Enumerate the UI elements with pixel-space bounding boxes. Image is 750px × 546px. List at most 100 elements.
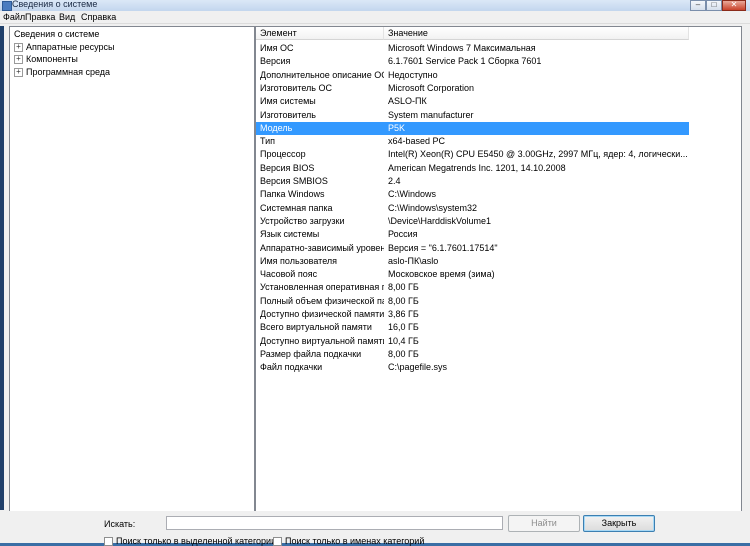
row-item-value: 8,00 ГБ	[388, 295, 419, 306]
close-window-button[interactable]: ✕	[722, 0, 746, 11]
row-item-value: Россия	[388, 229, 418, 240]
row-item-value: C:\Windows\system32	[388, 202, 478, 213]
table-row[interactable]: Файл подкачки C:\pagefile.sys	[256, 361, 689, 374]
table-row[interactable]: Имя ОС Microsoft Windows 7 Максимальная	[256, 42, 689, 55]
row-item-name: Модель	[260, 122, 293, 133]
system-info-window: Сведения о системе – □ ✕ Файл Правка Вид…	[0, 0, 750, 546]
menu-help[interactable]: Справка	[81, 11, 116, 23]
tree-item-label: Компоненты	[26, 54, 78, 64]
table-row[interactable]: Доступно виртуальной памяти 10,4 ГБ	[256, 335, 689, 348]
search-bar: Искать: Найти Закрыть Поиск только в выд…	[0, 511, 750, 546]
search-category-names-checkbox[interactable]: Поиск только в именах категорий	[273, 536, 424, 546]
window-title: Сведения о системе	[12, 0, 98, 9]
expand-plus-icon[interactable]: +	[14, 68, 23, 77]
row-item-name: Имя системы	[260, 96, 316, 107]
table-row[interactable]: Часовой пояс Московское время (зима)	[256, 268, 689, 281]
background-edge	[0, 26, 4, 510]
table-row[interactable]: Версия SMBIOS 2.4	[256, 175, 689, 188]
close-button[interactable]: Закрыть	[583, 515, 655, 532]
row-item-value: 2.4	[388, 176, 401, 186]
table-row[interactable]: Язык системы Россия	[256, 228, 689, 241]
expand-plus-icon[interactable]: +	[14, 43, 23, 52]
checkbox-label: Поиск только в выделенной категории	[116, 536, 277, 546]
table-row[interactable]: Изготовитель System manufacturer	[256, 109, 689, 122]
category-tree[interactable]: Сведения о системе + Аппаратные ресурсы …	[9, 26, 255, 512]
column-header-value[interactable]: Значение	[384, 27, 689, 40]
menu-view[interactable]: Вид	[59, 11, 75, 23]
maximize-button[interactable]: □	[706, 0, 722, 11]
table-row[interactable]: Модель P5K	[256, 121, 689, 135]
row-item-value: ASLO-ПК	[388, 96, 427, 107]
checkbox-label: Поиск только в именах категорий	[285, 536, 425, 546]
expand-plus-icon[interactable]: +	[14, 55, 23, 64]
row-item-value: aslo-ПК\aslo	[388, 255, 439, 266]
row-item-value: C:\pagefile.sys	[388, 362, 448, 373]
row-item-name: Дополнительное описание ОС	[260, 69, 384, 80]
row-item-name: Доступно виртуальной памяти	[260, 335, 384, 346]
row-item-name: Аппаратно-зависимый уровен...	[260, 242, 384, 253]
row-item-name: Тип	[260, 136, 276, 147]
row-item-name: Системная папка	[260, 202, 333, 213]
row-item-value: 16,0 ГБ	[388, 322, 419, 333]
table-row[interactable]: Версия 6.1.7601 Service Pack 1 Сборка 760…	[256, 55, 689, 68]
tree-item-label: Аппаратные ресурсы	[26, 42, 115, 52]
menu-file[interactable]: Файл	[3, 11, 25, 23]
menu-bar: Файл Правка Вид Справка	[0, 11, 750, 24]
table-row[interactable]: Всего виртуальной памяти 16,0 ГБ	[256, 321, 689, 334]
row-item-name: Устройство загрузки	[260, 215, 345, 226]
row-item-name: Язык системы	[260, 229, 320, 240]
row-item-name: Файл подкачки	[260, 362, 323, 373]
table-row[interactable]: Дополнительное описание ОС Недоступно	[256, 69, 689, 82]
row-item-value: Версия = "6.1.7601.17514"	[388, 242, 498, 253]
column-header-item[interactable]: Элемент	[256, 27, 384, 40]
row-item-value: Московское время (зима)	[388, 269, 495, 280]
row-item-value: 3,86 ГБ	[388, 309, 419, 319]
row-item-name: Версия BIOS	[260, 162, 315, 173]
row-item-value: 6.1.7601 Service Pack 1 Сборка 7601	[388, 56, 542, 67]
details-table: Элемент Значение Имя ОС Microsoft Windows…	[255, 26, 742, 512]
table-row[interactable]: Папка Windows C:\Windows	[256, 188, 689, 201]
row-item-value: x64-based PC	[388, 136, 446, 147]
table-row[interactable]: Версия BIOS American Megatrends Inc. 1201…	[256, 162, 689, 175]
table-row[interactable]: Имя системы ASLO-ПК	[256, 95, 689, 108]
table-row[interactable]: Тип x64-based PC	[256, 135, 689, 148]
row-item-value: Microsoft Corporation	[388, 82, 475, 93]
table-row[interactable]: Размер файла подкачки 8,00 ГБ	[256, 348, 689, 361]
row-item-value: 8,00 ГБ	[388, 348, 419, 359]
tree-item-label: Программная среда	[26, 67, 111, 77]
table-row[interactable]: Системная папка C:\Windows\system32	[256, 202, 689, 215]
row-item-name: Имя ОС	[260, 43, 294, 53]
search-selected-category-checkbox[interactable]: Поиск только в выделенной категории	[104, 536, 276, 546]
table-row[interactable]: Изготовитель ОС Microsoft Corporation	[256, 82, 689, 95]
app-icon	[2, 1, 12, 11]
row-item-value: P5K	[388, 122, 406, 133]
search-input[interactable]	[166, 516, 503, 530]
table-row[interactable]: Установленная оперативная п... 8,00 ГБ	[256, 281, 689, 294]
table-row[interactable]: Имя пользователя aslo-ПК\aslo	[256, 255, 689, 268]
table-row[interactable]: Полный объем физической па... 8,00 ГБ	[256, 295, 689, 308]
tree-root-system-summary[interactable]: Сведения о системе	[14, 28, 99, 40]
window-controls: – □ ✕	[690, 0, 746, 11]
row-item-name: Установленная оперативная п...	[260, 282, 384, 293]
row-item-value: American Megatrends Inc. 1201, 14.10.200…	[388, 162, 566, 173]
row-item-value: Intel(R) Xeon(R) CPU E5450 @ 3.00GHz, 29…	[388, 149, 688, 160]
table-row[interactable]: Аппаратно-зависимый уровен... Версия = "6…	[256, 242, 689, 255]
row-item-name: Размер файла подкачки	[260, 348, 362, 359]
menu-edit[interactable]: Правка	[25, 11, 55, 23]
find-button[interactable]: Найти	[508, 515, 580, 532]
row-item-value: Microsoft Windows 7 Максимальная	[388, 43, 536, 53]
row-item-name: Папка Windows	[260, 189, 325, 200]
row-item-name: Изготовитель ОС	[260, 82, 332, 93]
table-row[interactable]: Доступно физической памяти 3,86 ГБ	[256, 308, 689, 321]
table-row[interactable]: Устройство загрузки \Device\HarddiskVolum…	[256, 215, 689, 228]
search-label: Искать:	[104, 519, 136, 529]
checkbox-icon[interactable]	[273, 537, 282, 546]
table-row[interactable]: Процессор Intel(R) Xeon(R) CPU E5450 @ 3.…	[256, 148, 689, 161]
minimize-button[interactable]: –	[690, 0, 706, 11]
row-item-name: Изготовитель	[260, 109, 316, 120]
row-item-name: Всего виртуальной памяти	[260, 322, 372, 333]
row-item-value: Недоступно	[388, 69, 438, 80]
checkbox-icon[interactable]	[104, 537, 113, 546]
row-item-value: 10,4 ГБ	[388, 335, 419, 346]
row-item-value: 8,00 ГБ	[388, 282, 419, 293]
